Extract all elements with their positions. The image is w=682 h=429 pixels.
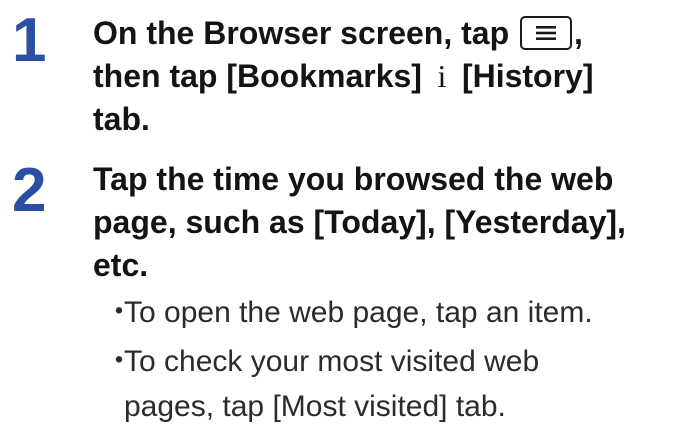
bullet-item-1: ・ To open the web page, tap an item. bbox=[102, 290, 677, 335]
step-1-text-b: , bbox=[574, 15, 583, 51]
step-1-text-a: On the Browser screen, tap bbox=[93, 15, 519, 51]
step-1-text: On the Browser screen, tap , then tap [B… bbox=[93, 12, 678, 141]
step-number-1: 1 bbox=[12, 6, 47, 75]
menu-key-icon bbox=[520, 15, 573, 50]
bullet-item-2: ・ To check your most visited web pages, … bbox=[102, 339, 677, 429]
bullet-1-line-1: To open the web page, tap an item. bbox=[124, 296, 593, 329]
step-number-2: 2 bbox=[12, 156, 47, 225]
step-1-line-3: tab. bbox=[93, 101, 150, 137]
bullet-marker: ・ bbox=[104, 345, 134, 378]
step-2-line-2: page, such as [Today], [Yesterday], bbox=[93, 204, 626, 240]
separator-glyph: i bbox=[437, 58, 447, 94]
step-1-text-d: [History] bbox=[461, 58, 594, 94]
step-2-line-1: Tap the time you browsed the web bbox=[93, 161, 614, 197]
step-2-text: Tap the time you browsed the web page, s… bbox=[93, 158, 678, 287]
bullet-marker: ・ bbox=[104, 296, 134, 329]
step-1-text-c: then tap [Bookmarks] bbox=[93, 58, 422, 94]
step-2-line-3: etc. bbox=[93, 247, 149, 283]
bullet-2-line-1: To check your most visited web bbox=[124, 345, 540, 378]
bullet-list: ・ To open the web page, tap an item. ・ T… bbox=[102, 290, 677, 429]
step-1-line-2: then tap [Bookmarks] i [History] bbox=[93, 55, 678, 98]
step-1-line-1: On the Browser screen, tap , bbox=[93, 12, 678, 55]
bullet-2-line-2: pages, tap [Most visited] tab. bbox=[124, 390, 506, 423]
